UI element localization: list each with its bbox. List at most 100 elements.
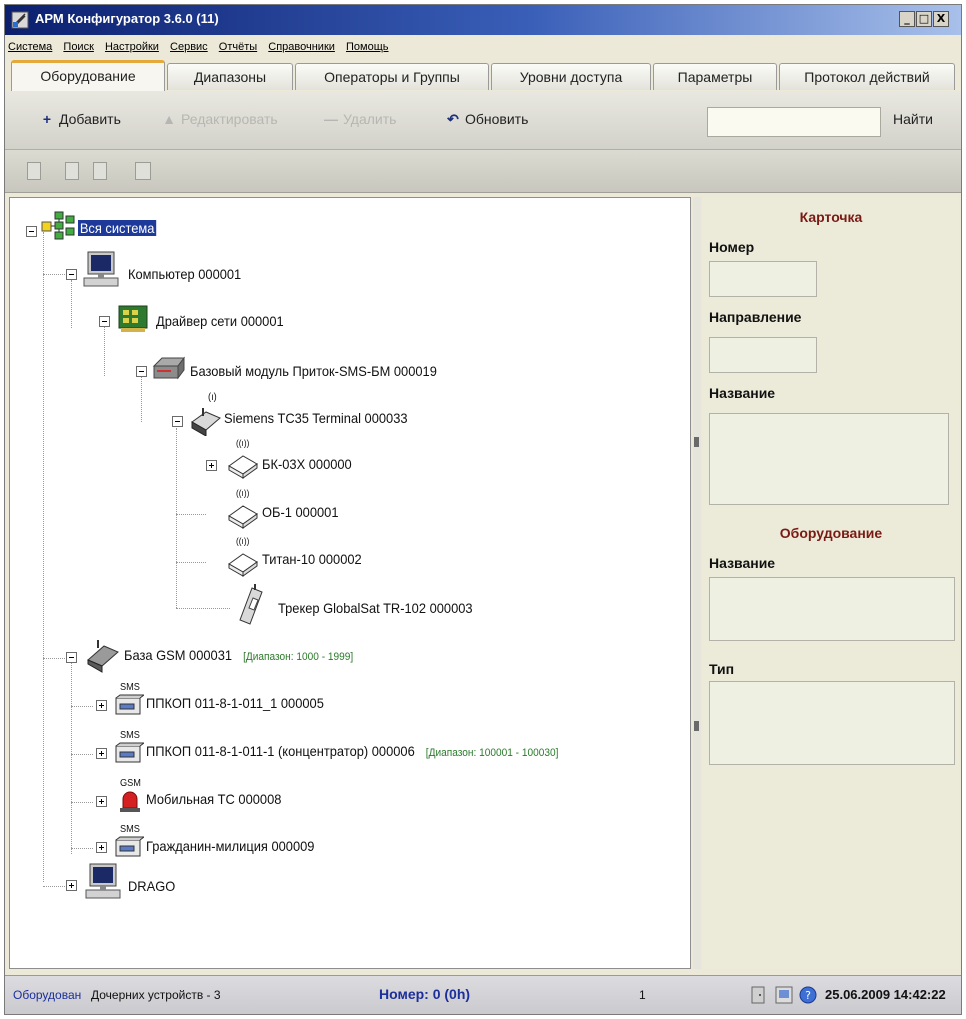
tree-node-bk[interactable]: БК-03Х 000000	[262, 456, 352, 472]
help-icon[interactable]: ?	[799, 985, 817, 1005]
collapse-toggle[interactable]	[172, 416, 183, 427]
collapse-toggle[interactable]	[136, 366, 147, 377]
tree-node-computer[interactable]: Компьютер 000001	[128, 266, 241, 282]
network-driver-icon	[118, 305, 148, 332]
expand-toggle[interactable]	[96, 796, 107, 807]
app-icon	[11, 11, 29, 29]
list-icon[interactable]	[93, 162, 107, 180]
type-label: Тип	[709, 661, 735, 677]
minimize-button[interactable]: _	[899, 11, 915, 27]
tree-node-root[interactable]: Вся система	[78, 220, 157, 236]
equipment-tree: Вся система Компьютер 000001 Драйвер сет…	[9, 197, 691, 969]
menu-help[interactable]: Помощь	[343, 37, 392, 53]
expand-toggle[interactable]	[206, 460, 217, 471]
search-input[interactable]	[707, 107, 881, 137]
refresh-button[interactable]: ↶ Обновить	[445, 111, 528, 128]
radio-device-icon	[228, 455, 258, 479]
refresh-icon: ↶	[447, 111, 459, 127]
plus-icon: +	[42, 111, 52, 127]
tree-node-ob[interactable]: ОБ-1 000001	[262, 504, 338, 520]
number-field[interactable]	[709, 261, 817, 297]
tree-node-gsm-base[interactable]: База GSM 000031 [Диапазон: 1000 - 1999]	[124, 647, 353, 663]
tree-node-ppkop-2[interactable]: ППКОП 011-8-1-011-1 (концентратор) 00000…	[146, 743, 558, 759]
refresh-button-label: Обновить	[465, 111, 529, 127]
panel-device-icon	[115, 836, 144, 857]
tab-ranges[interactable]: Диапазоны	[167, 63, 293, 90]
add-button-label: Добавить	[59, 111, 121, 127]
splitter-grip	[694, 721, 699, 731]
collapse-toggle[interactable]	[66, 652, 77, 663]
base-module-icon	[152, 356, 185, 380]
expand-toggle[interactable]	[96, 842, 107, 853]
delete-button[interactable]: — Удалить	[323, 111, 396, 127]
tree-node-drago[interactable]: DRAGO	[128, 878, 175, 894]
tree-node-terminal[interactable]: Siemens TC35 Terminal 000033	[224, 410, 408, 426]
radio-wave-icon: ((ı))	[236, 438, 250, 448]
direction-field[interactable]	[709, 337, 817, 373]
edit-button-label: Редактировать	[181, 111, 278, 127]
title-bar: АРМ Конфигуратор 3.6.0 (11) _ □ X	[5, 5, 961, 35]
panel-splitter[interactable]	[693, 197, 701, 969]
menu-search[interactable]: Поиск	[60, 37, 96, 53]
gsm-base-icon	[87, 640, 119, 673]
tab-equipment[interactable]: Оборудование	[11, 60, 165, 91]
antenna-icon: (ı)	[208, 392, 217, 403]
expand-toggle[interactable]	[96, 748, 107, 759]
range-label: [Диапазон: 1000 - 1999]	[243, 651, 354, 663]
panel-device-icon	[115, 694, 144, 715]
ppkop-2-label: ППКОП 011-8-1-011-1 (концентратор) 00000…	[146, 743, 415, 759]
tree-node-ppkop-1[interactable]: ППКОП 011-8-1-011_1 000005	[146, 695, 324, 711]
network-icon	[775, 986, 793, 1004]
name-label: Название	[709, 385, 776, 401]
collapse-toggle[interactable]	[99, 316, 110, 327]
gsm-base-label: База GSM 000031	[124, 647, 233, 663]
door-icon	[751, 986, 765, 1004]
tab-operators-groups[interactable]: Операторы и Группы	[295, 63, 489, 90]
sms-tag: SMS	[120, 682, 140, 693]
tree-node-driver[interactable]: Драйвер сети 000001	[156, 313, 284, 329]
menu-service[interactable]: Сервис	[167, 37, 211, 53]
equipment-section-title: Оборудование	[779, 525, 883, 541]
type-field[interactable]	[709, 681, 955, 765]
delete-button-label: Удалить	[343, 111, 397, 127]
name-field[interactable]	[709, 413, 949, 505]
equipment-name-field[interactable]	[709, 577, 955, 641]
tab-bar: Оборудование Диапазоны Операторы и Групп…	[5, 57, 961, 92]
maximize-button[interactable]: □	[916, 11, 932, 27]
grid-icon[interactable]	[135, 162, 151, 180]
computer-icon	[85, 863, 121, 899]
tab-access-levels[interactable]: Уровни доступа	[491, 63, 651, 90]
tree-node-base-module[interactable]: Базовый модуль Приток-SMS-БМ 000019	[190, 363, 437, 379]
edit-button[interactable]: ▲ Редактировать	[161, 111, 278, 127]
tree-node-mobile[interactable]: Мобильная ТС 000008	[146, 791, 281, 807]
window-title: АРМ Конфигуратор 3.6.0 (11)	[35, 11, 219, 26]
radio-device-icon	[228, 553, 258, 577]
menu-references[interactable]: Справочники	[265, 37, 338, 53]
tree-toolbar	[5, 150, 961, 193]
door-icon[interactable]	[27, 162, 41, 180]
add-button[interactable]: + Добавить	[39, 111, 121, 127]
system-tree-icon	[41, 211, 75, 240]
gsm-tag: GSM	[120, 778, 141, 789]
tab-parameters[interactable]: Параметры	[653, 63, 777, 90]
status-datetime: 25.06.2009 14:42:22	[825, 987, 946, 1002]
expand-toggle[interactable]	[96, 700, 107, 711]
status-count: 1	[639, 988, 646, 1002]
close-button[interactable]: X	[933, 11, 949, 27]
collapse-toggle[interactable]	[26, 226, 37, 237]
tree-node-tracker[interactable]: Трекер GlobalSat TR-102 000003	[278, 600, 473, 616]
menu-system[interactable]: Система	[5, 37, 55, 53]
tab-action-log[interactable]: Протокол действий	[779, 63, 955, 90]
collapse-toggle[interactable]	[66, 269, 77, 280]
number-label: Номер	[709, 239, 755, 255]
svg-text:?: ?	[805, 989, 811, 1002]
menu-reports[interactable]: Отчёты	[216, 37, 260, 53]
tree-node-titan[interactable]: Титан-10 000002	[262, 551, 362, 567]
page-icon[interactable]	[65, 162, 79, 180]
tree-node-citizen[interactable]: Гражданин-милиция 000009	[146, 838, 314, 854]
expand-toggle[interactable]	[66, 880, 77, 891]
find-button[interactable]: Найти	[893, 111, 933, 127]
menu-settings[interactable]: Настройки	[102, 37, 162, 53]
sms-tag: SMS	[120, 730, 140, 741]
status-bar: Оборудован Дочерних устройств - 3 Номер:…	[5, 975, 961, 1014]
